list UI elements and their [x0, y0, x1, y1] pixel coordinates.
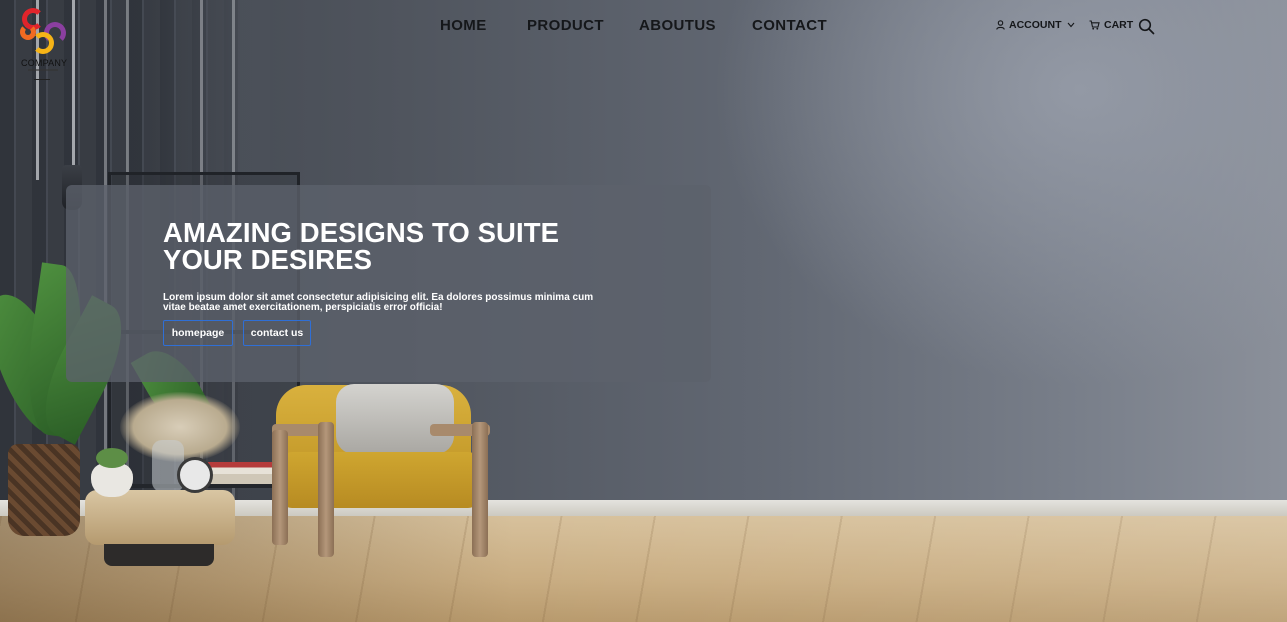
chair-leg [472, 422, 488, 557]
user-icon [996, 20, 1005, 30]
nav-contact[interactable]: CONTACT [752, 17, 827, 34]
logo-underline [34, 79, 50, 80]
nav-product[interactable]: PRODUCT [527, 17, 604, 34]
chevron-down-icon [1067, 22, 1075, 28]
pillow [336, 384, 454, 454]
homepage-button[interactable]: homepage [163, 320, 233, 346]
cart-label: CART [1104, 19, 1134, 31]
search-icon[interactable] [1138, 18, 1155, 40]
succulent-pot [91, 463, 133, 497]
nav-home[interactable]: HOME [440, 17, 487, 34]
pendant-wire [72, 0, 75, 170]
chair-leg [272, 430, 288, 545]
account-menu[interactable]: ACCOUNT [996, 19, 1075, 31]
logo-swirl-yellow [32, 32, 54, 54]
contact-us-button[interactable]: contact us [243, 320, 311, 346]
side-table-base [104, 544, 214, 566]
plant-pot [8, 444, 80, 536]
chair-leg [318, 422, 334, 557]
logo-tagline [28, 69, 58, 71]
logo-swirl-orange [20, 24, 36, 40]
nav-aboutus[interactable]: ABOUTUS [639, 17, 716, 34]
hero-description: Lorem ipsum dolor sit amet consectetur a… [163, 292, 594, 313]
company-logo[interactable]: COMPANY [18, 6, 72, 80]
account-label: ACCOUNT [1009, 19, 1062, 31]
succulent [96, 448, 128, 468]
cart-icon [1089, 20, 1100, 30]
cart-link[interactable]: CART [1089, 19, 1133, 31]
logo-text: COMPANY [21, 58, 68, 68]
alarm-clock [177, 457, 213, 493]
side-table [85, 490, 235, 545]
hero-card [66, 185, 711, 382]
armchair-seat [280, 452, 480, 508]
hero-title-line2: YOUR DESIRES [163, 244, 373, 275]
books [208, 462, 274, 484]
hero-title: AMAZING DESIGNS TO SUITE YOUR DESIRES [163, 219, 603, 275]
